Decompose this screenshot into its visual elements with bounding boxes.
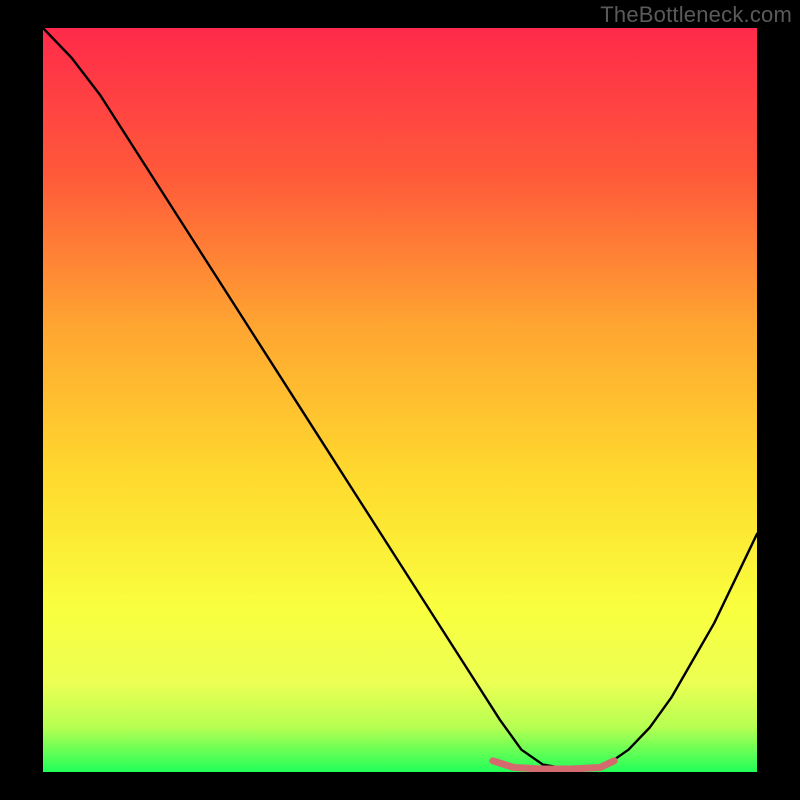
gradient-background (43, 28, 757, 772)
chart-svg (43, 28, 757, 772)
watermark-text: TheBottleneck.com (600, 2, 792, 28)
plot-area (43, 28, 757, 772)
chart-frame: TheBottleneck.com (0, 0, 800, 800)
